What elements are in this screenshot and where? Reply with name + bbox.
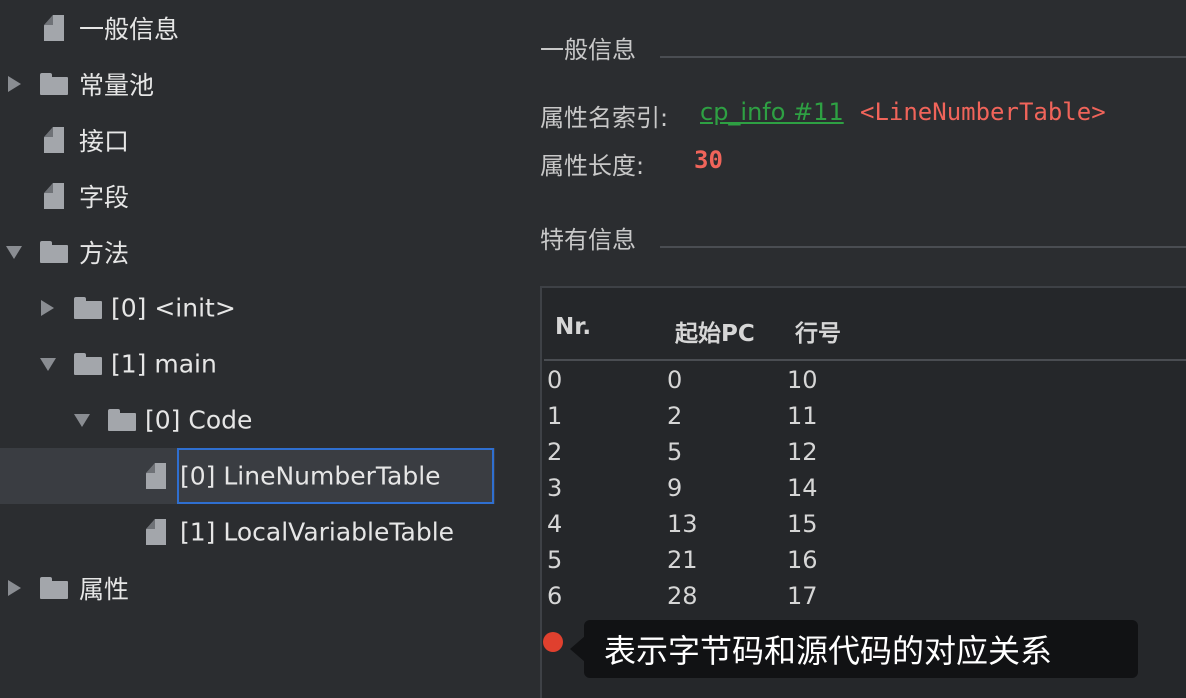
cell-start-pc: 5 (667, 438, 683, 466)
collapse-arrow-icon[interactable] (40, 358, 56, 371)
cell-start-pc: 21 (667, 546, 698, 574)
cell-start-pc: 9 (667, 474, 683, 502)
file-icon (44, 15, 64, 41)
collapse-arrow-icon[interactable] (6, 246, 22, 259)
cell-nr: 2 (547, 438, 563, 466)
cell-line-number: 17 (787, 582, 818, 610)
file-icon (146, 463, 166, 489)
file-icon (146, 519, 166, 545)
collapse-arrow-icon[interactable] (74, 414, 90, 427)
expand-arrow-icon[interactable] (8, 580, 21, 596)
tree-item-label: [1] main (111, 349, 217, 379)
tree-item-methods[interactable]: 方法 (0, 224, 520, 280)
cell-line-number: 14 (787, 474, 818, 502)
folder-icon (40, 577, 68, 599)
column-header-start-pc[interactable]: 起始PC (675, 314, 755, 348)
table-row[interactable]: 2 5 12 (542, 438, 1186, 474)
annotation-pointer (570, 636, 585, 662)
table-row[interactable]: 5 21 16 (542, 546, 1186, 582)
table-row[interactable]: 0 0 10 (542, 366, 1186, 402)
table-row[interactable]: 3 9 14 (542, 474, 1186, 510)
cell-nr: 6 (547, 582, 563, 610)
tree-item-label: [1] LocalVariableTable (180, 517, 455, 547)
cell-start-pc: 13 (667, 510, 698, 538)
structure-tree: 一般信息 常量池 接口 字段 方法 [0] <init> [1] main [0… (0, 0, 520, 698)
attribute-length-label: 属性长度: (540, 152, 645, 180)
tree-item-label: 接口 (79, 127, 130, 156)
cell-line-number: 16 (787, 546, 818, 574)
cell-nr: 5 (547, 546, 563, 574)
folder-icon (40, 73, 68, 95)
specific-info-title: 特有信息 (540, 226, 636, 254)
class-viewer-window: 一般信息 常量池 接口 字段 方法 [0] <init> [1] main [0… (0, 0, 1186, 698)
column-header-line-number[interactable]: 行号 (795, 314, 841, 348)
cell-nr: 0 (547, 366, 563, 394)
tree-item-fields[interactable]: 字段 (0, 168, 520, 224)
tree-item-attributes[interactable]: 属性 (0, 560, 520, 616)
tree-item-general-info[interactable]: 一般信息 (0, 0, 520, 56)
tree-item-local-variable-table[interactable]: [1] LocalVariableTable (0, 504, 520, 560)
cell-line-number: 10 (787, 366, 818, 394)
table-row[interactable]: 1 2 11 (542, 402, 1186, 438)
cell-start-pc: 0 (667, 366, 683, 394)
tree-item-interfaces[interactable]: 接口 (0, 112, 520, 168)
cell-nr: 4 (547, 510, 563, 538)
section-divider (660, 56, 1186, 58)
expand-arrow-icon[interactable] (8, 76, 21, 92)
annotation-callout: 表示字节码和源代码的对应关系 (584, 620, 1138, 678)
cell-nr: 1 (547, 402, 563, 430)
tree-item-label: 方法 (79, 239, 130, 268)
expand-arrow-icon[interactable] (41, 300, 54, 316)
annotation-text: 表示字节码和源代码的对应关系 (604, 632, 1053, 670)
cell-line-number: 12 (787, 438, 818, 466)
tree-item-code[interactable]: [0] Code (0, 392, 520, 448)
folder-icon (74, 297, 102, 319)
tree-item-label: 属性 (79, 575, 130, 604)
tree-item-label: 一般信息 (79, 15, 180, 44)
file-icon (44, 183, 64, 209)
general-info-title: 一般信息 (540, 36, 636, 64)
cell-line-number: 15 (787, 510, 818, 538)
tree-item-constant-pool[interactable]: 常量池 (0, 56, 520, 112)
attribute-name-value: <LineNumberTable> (860, 98, 1106, 126)
table-row[interactable]: 6 28 17 (542, 582, 1186, 618)
tree-item-method-main[interactable]: [1] main (0, 336, 520, 392)
column-header-nr[interactable]: Nr. (555, 314, 591, 340)
folder-icon (74, 353, 102, 375)
cp-info-link[interactable]: cp_info #11 (700, 98, 844, 126)
section-divider (660, 246, 1186, 248)
cell-nr: 3 (547, 474, 563, 502)
header-divider (544, 359, 1186, 361)
attribute-length-value: 30 (694, 146, 723, 174)
tree-item-method-init[interactable]: [0] <init> (0, 280, 520, 336)
tree-item-label: [0] LineNumberTable (180, 461, 441, 491)
annotation-marker-dot (543, 632, 563, 652)
tree-item-label: [0] <init> (111, 293, 236, 323)
file-icon (44, 127, 64, 153)
cell-start-pc: 28 (667, 582, 698, 610)
table-row[interactable]: 4 13 15 (542, 510, 1186, 546)
tree-item-label: 字段 (79, 183, 130, 212)
attribute-name-index-label: 属性名索引: (540, 104, 669, 132)
tree-item-line-number-table[interactable]: [0] LineNumberTable (0, 448, 495, 504)
tree-item-label: 常量池 (79, 71, 155, 100)
tree-item-label: [0] Code (145, 405, 253, 435)
cell-start-pc: 2 (667, 402, 683, 430)
folder-icon (108, 409, 136, 431)
folder-icon (40, 241, 68, 263)
detail-panel: 一般信息 属性名索引: cp_info #11 <LineNumberTable… (520, 0, 1186, 698)
cell-line-number: 11 (787, 402, 818, 430)
